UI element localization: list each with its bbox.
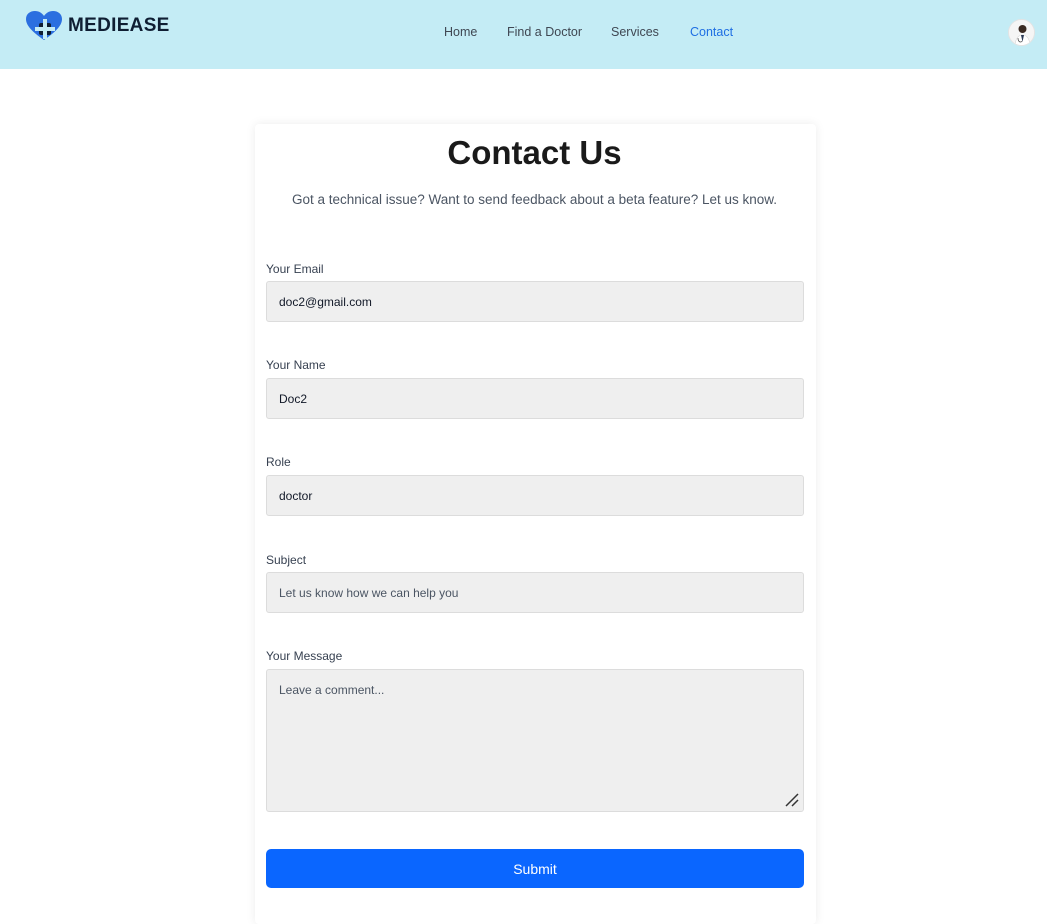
page-title: Contact Us	[447, 134, 622, 171]
message-placeholder: Leave a comment...	[279, 683, 385, 697]
user-avatar-button[interactable]	[1008, 19, 1035, 46]
name-label: Your Name	[266, 358, 326, 372]
subject-placeholder: Let us know how we can help you	[279, 585, 459, 600]
submit-button[interactable]: Submit	[266, 849, 804, 888]
role-label: Role	[266, 455, 291, 469]
role-field[interactable]: doctor	[266, 475, 804, 516]
role-value: doctor	[279, 488, 313, 503]
email-value: doc2@gmail.com	[279, 294, 372, 309]
name-field[interactable]: Doc2	[266, 378, 804, 419]
nav-contact[interactable]: Contact	[690, 25, 733, 39]
message-label: Your Message	[266, 649, 343, 663]
email-field[interactable]: doc2@gmail.com	[266, 281, 804, 322]
nav-find-a-doctor[interactable]: Find a Doctor	[507, 25, 582, 39]
resize-handle-icon[interactable]	[783, 791, 801, 809]
page-subtitle: Got a technical issue? Want to send feed…	[291, 192, 778, 207]
name-value: Doc2	[279, 391, 308, 406]
subject-field[interactable]: Let us know how we can help you	[266, 572, 804, 613]
nav-home[interactable]: Home	[444, 25, 477, 39]
main-nav: Home Find a Doctor Services Contact	[0, 25, 1047, 45]
nav-services[interactable]: Services	[611, 25, 659, 39]
subject-label: Subject	[266, 553, 307, 567]
top-header: MEDIEASE Home Find a Doctor Services Con…	[0, 0, 1047, 69]
email-label: Your Email	[266, 262, 324, 276]
message-textarea[interactable]: Leave a comment...	[266, 669, 804, 812]
